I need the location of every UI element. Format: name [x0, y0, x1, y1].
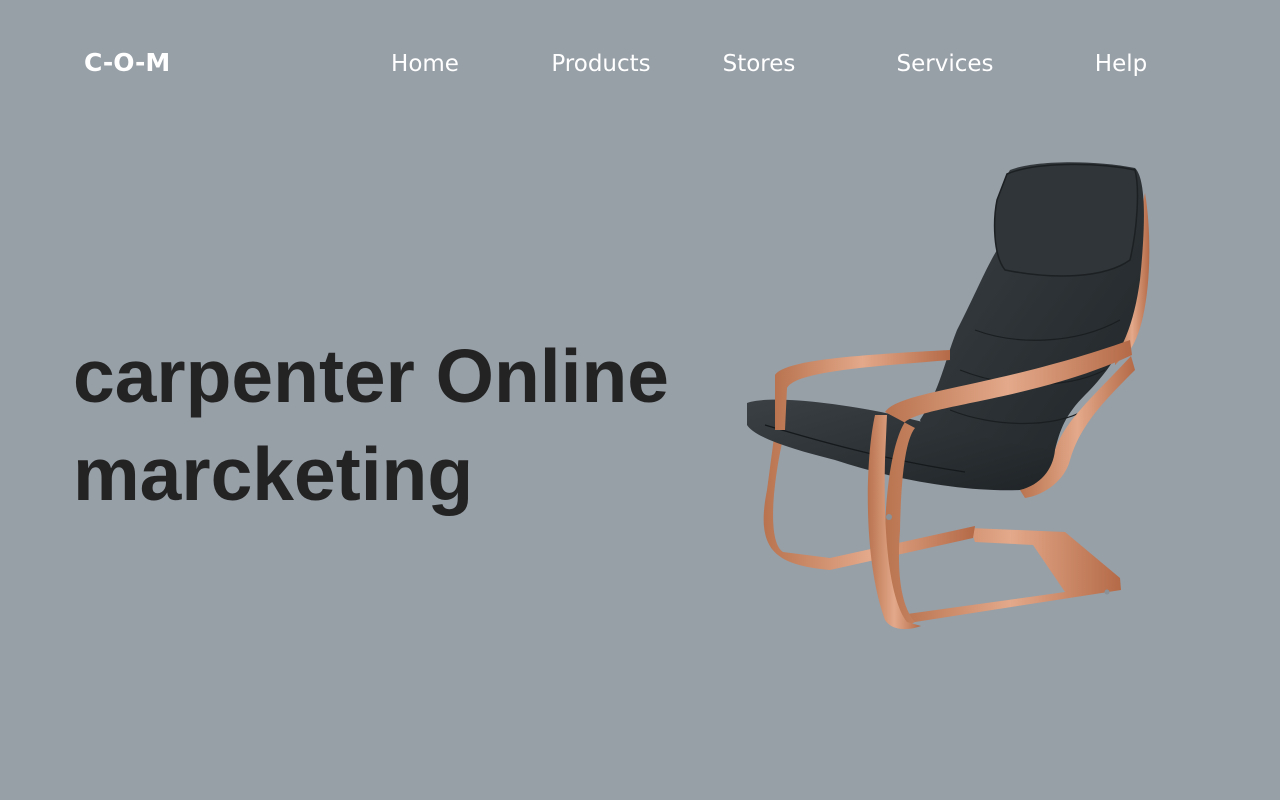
hero-title-line-2: marcketing [73, 432, 474, 516]
nav-stores[interactable]: Stores [723, 48, 796, 80]
nav-services[interactable]: Services [897, 48, 994, 80]
page: { "logo": "C-O-M", "nav": { "home": "Hom… [0, 0, 1280, 800]
nav-products[interactable]: Products [551, 48, 650, 80]
hero-title: carpenter Online marcketing [73, 327, 713, 523]
armchair-image [747, 162, 1150, 630]
nav-help[interactable]: Help [1095, 48, 1147, 80]
nav-home[interactable]: Home [391, 48, 459, 80]
brand-logo[interactable]: C-O-M [84, 47, 170, 79]
hero-title-line-1: carpenter Online [73, 334, 670, 418]
